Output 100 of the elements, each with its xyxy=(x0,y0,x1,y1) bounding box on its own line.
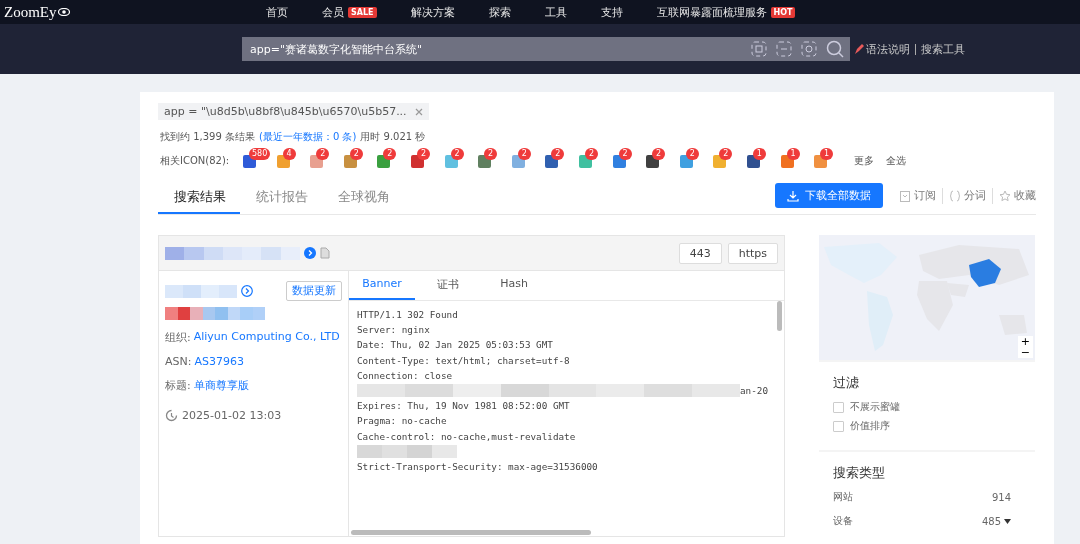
tab[interactable]: 证书 xyxy=(415,271,481,300)
arrow-circle-icon xyxy=(241,285,253,297)
download-icon xyxy=(787,189,799,202)
favicon-filter[interactable]: 2 xyxy=(578,148,613,168)
logo[interactable]: ZoomEy xyxy=(4,3,57,21)
type-count: 485 xyxy=(981,515,1001,527)
count-badge: 2 xyxy=(652,148,666,160)
field-link[interactable]: 单商尊享版 xyxy=(193,378,249,393)
tab[interactable]: Banner xyxy=(349,271,415,300)
count-badge: 2 xyxy=(316,148,330,160)
count-badge: 2 xyxy=(416,148,430,160)
field-label: ASN: xyxy=(165,355,192,368)
count-badge: 2 xyxy=(349,148,363,160)
close-icon xyxy=(414,107,423,116)
favicon-filter[interactable]: 1 xyxy=(780,148,815,168)
search-input[interactable]: app="赛诸葛数字化智能中台系统" xyxy=(248,41,742,57)
icon-filter-label: 相关ICON(82): xyxy=(160,154,231,168)
banner-line: Expires: Thu, 19 Nov 1981 08:52:00 GMT xyxy=(357,399,571,414)
banner-line: Server: nginx xyxy=(357,323,431,338)
timestamp: 2025-01-02 13:03 xyxy=(182,409,282,422)
tab[interactable]: 全球视角 xyxy=(322,182,404,214)
favicon-filter[interactable]: 2 xyxy=(310,148,344,168)
nav-link[interactable]: 探索 xyxy=(488,4,511,20)
recent-data-link[interactable]: (最近一年数据：0 条) xyxy=(259,130,357,144)
elapsed-time: 用时 9.021 秒 xyxy=(360,130,426,144)
favicon-filter[interactable]: 4 xyxy=(276,148,311,168)
count-badge: 580 xyxy=(249,148,271,160)
count-badge: 2 xyxy=(551,148,565,160)
section-title: 搜索类型 xyxy=(833,464,886,482)
field-link[interactable]: Aliyun Computing Co., LTD xyxy=(193,330,340,345)
action-link[interactable]: 分词 xyxy=(949,188,986,203)
count-badge: 2 xyxy=(517,148,531,160)
result-count: 找到约 1,399 条结果 xyxy=(160,130,255,144)
document-icon xyxy=(320,247,330,259)
eye-icon xyxy=(57,8,70,16)
banner-line: Date: Thu, 02 Jan 2025 05:03:53 GMT xyxy=(357,338,554,353)
count-badge: 2 xyxy=(685,148,699,160)
port-tag[interactable]: https xyxy=(727,242,778,264)
help-link[interactable]: 搜索工具 xyxy=(921,41,965,57)
count-badge: 4 xyxy=(282,148,296,160)
field-label: 标题: xyxy=(165,378,191,393)
scrollbar[interactable] xyxy=(351,530,591,535)
favicon-filter[interactable]: 2 xyxy=(478,148,512,168)
banner-line: Strict-Transport-Security: max-age=31536000 xyxy=(357,459,599,474)
action-link[interactable]: 收藏 xyxy=(999,188,1036,203)
checkbox[interactable] xyxy=(833,401,844,413)
favicon-filter[interactable]: 2 xyxy=(444,148,479,168)
redacted-text xyxy=(165,284,237,298)
banner-line: an-20 xyxy=(740,383,768,398)
update-button[interactable]: 数据更新 xyxy=(286,281,342,301)
search-icon xyxy=(826,40,844,58)
section-title: 过滤 xyxy=(833,374,860,392)
type-label: 设备 xyxy=(833,514,853,528)
favicon-filter[interactable]: 2 xyxy=(679,148,714,168)
nav-link[interactable]: 首页 xyxy=(266,4,288,20)
count-badge: 2 xyxy=(383,148,397,160)
select-all-link[interactable]: 全选 xyxy=(885,154,906,168)
count-badge: 1 xyxy=(820,148,834,160)
banner-line: Content-Type: text/html; charset=utf-8 xyxy=(357,353,571,368)
more-link[interactable]: 更多 xyxy=(853,154,874,168)
favicon-filter[interactable]: 2 xyxy=(646,148,680,168)
checkbox-label: 不展示蜜罐 xyxy=(850,400,900,414)
field-link[interactable]: AS37963 xyxy=(194,355,244,368)
arrow-circle-icon xyxy=(304,247,316,259)
type-label: 网站 xyxy=(833,490,853,504)
scrollbar[interactable] xyxy=(777,301,782,331)
nav-link[interactable]: 工具 xyxy=(544,4,567,20)
pencil-icon xyxy=(854,43,864,55)
nav-link[interactable]: 会员 xyxy=(322,4,344,20)
count-badge: 2 xyxy=(618,148,632,160)
checkbox[interactable] xyxy=(833,420,844,432)
action-link[interactable]: 订阅 xyxy=(899,188,936,203)
count-badge: 2 xyxy=(484,148,498,160)
favicon-filter[interactable]: 2 xyxy=(545,148,579,168)
favicon-filter[interactable]: 2 xyxy=(511,148,546,168)
favicon-filter[interactable]: 2 xyxy=(377,148,411,168)
tab[interactable]: 搜索结果 xyxy=(158,182,240,214)
nav-link[interactable]: 解决方案 xyxy=(410,4,455,20)
count-badge: 2 xyxy=(450,148,464,160)
favicon-filter[interactable]: 580 xyxy=(243,148,277,168)
braces-icon xyxy=(949,189,961,202)
nav-link[interactable]: 支持 xyxy=(600,4,623,20)
tab[interactable]: 统计报告 xyxy=(240,182,322,214)
favicon-filter[interactable]: 2 xyxy=(713,148,747,168)
favicon-filter[interactable]: 2 xyxy=(410,148,445,168)
favicon-filter[interactable]: 1 xyxy=(746,148,781,168)
nav-link[interactable]: 互联网暴露面梳理服务 xyxy=(656,4,767,20)
search-field[interactable]: app="赛诸葛数字化智能中台系统" xyxy=(242,37,850,61)
banner-line: Connection: close xyxy=(357,368,454,383)
download-button[interactable]: 下载全部数据 xyxy=(775,183,883,208)
favicon-filter[interactable]: 2 xyxy=(343,148,378,168)
zoom-button[interactable]: − xyxy=(1017,347,1033,358)
tab[interactable]: Hash xyxy=(481,271,547,300)
banner-line: Pragma: no-cache xyxy=(357,414,448,429)
help-link[interactable]: 语法说明 xyxy=(866,41,910,57)
favicon-filter[interactable]: 1 xyxy=(814,148,848,168)
zoom-button[interactable]: + xyxy=(1017,336,1033,347)
favicon-filter[interactable]: 2 xyxy=(612,148,647,168)
count-badge: 1 xyxy=(786,148,800,160)
port-tag[interactable]: 443 xyxy=(678,242,722,264)
